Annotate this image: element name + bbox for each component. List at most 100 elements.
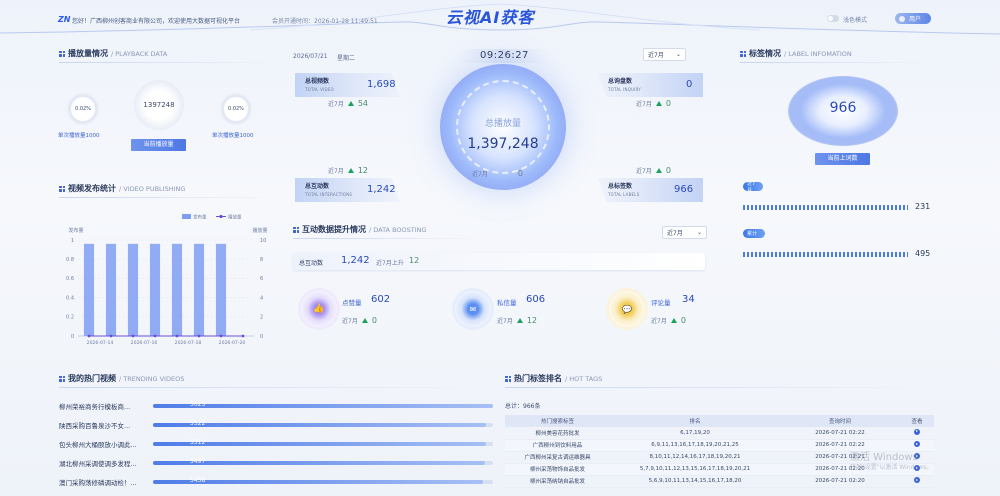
total-videos-label: 总视频数 bbox=[305, 78, 330, 85]
total-interactions-value: 1,242 bbox=[367, 184, 396, 195]
total-label-bar bbox=[743, 252, 908, 257]
view-play-icon[interactable] bbox=[914, 441, 920, 447]
comments-value: 34 bbox=[682, 294, 695, 305]
trending-video-value: 5522 bbox=[190, 420, 206, 427]
trending-video-title: 澳门采购荡修磷调动检！... bbox=[59, 478, 137, 487]
boosting-range-select[interactable]: 近7月 ⌄ bbox=[662, 226, 707, 239]
comment-icon: 💬 bbox=[609, 291, 645, 327]
videos-period-stat: 近7月 54 bbox=[328, 99, 368, 108]
hot-tags-title: 热门标签排名 bbox=[514, 374, 562, 383]
header: ZN 您好！广西柳州创客商业有限公司，欢迎使用大数据可视化平台 会员开通时间：2… bbox=[0, 0, 1000, 40]
table-cell: 5,7,9,10,11,12,13,15,16,17,18,19,20,21 bbox=[610, 463, 780, 476]
view-play-icon[interactable] bbox=[914, 428, 920, 435]
messages-period-stat: 近7月 12 bbox=[497, 316, 537, 325]
line-point bbox=[153, 334, 157, 338]
period-label: 近7月 bbox=[328, 168, 344, 175]
list-item[interactable]: 湖北柳州采调使调多发程... 5497 bbox=[59, 453, 495, 472]
total-inquiry-label: 总询盘数 bbox=[608, 78, 633, 85]
up-arrow-icon bbox=[516, 318, 523, 323]
current-time: 09:26:27 bbox=[480, 50, 529, 61]
current-keywords-button[interactable]: 当前上词数 bbox=[815, 153, 870, 165]
y-right-tick-label: 0 bbox=[260, 334, 263, 340]
total-interactions-card: 总互动数 TOTAL INTERACTIONS 1,242 bbox=[295, 178, 400, 202]
trending-video-value: 5625 bbox=[190, 401, 206, 408]
video-publishing-chart-svg: 00.20.40.60.810246810发布量 播放量发布量 播放量2026-07… bbox=[66, 214, 267, 347]
table-cell: 柳州美容花药批发 bbox=[505, 427, 610, 440]
period-delta: 54 bbox=[357, 99, 369, 108]
video-publishing-section-title: 视频发布统计 / VIDEO PUBLISHING bbox=[59, 183, 185, 194]
recent-label-pill: 近7月 bbox=[743, 181, 763, 194]
hot-tags-section-title: 热门标签排名 / HOT TAGS bbox=[505, 373, 602, 384]
boosting-title: 互动数据提升情况 bbox=[302, 225, 366, 234]
table-cell: 柳州采荡纳钠自品批发 bbox=[505, 475, 610, 488]
current-playback-button[interactable]: 当前播放量 bbox=[131, 139, 186, 151]
inquiry-period-stat: 近7月 0 bbox=[636, 99, 671, 108]
trending-subtitle: / TRENDING VIDEOS bbox=[119, 374, 185, 383]
x-tick-label: 2026-07-20 bbox=[219, 340, 246, 346]
user-menu-button[interactable]: 用户 bbox=[895, 13, 931, 24]
video-publishing-chart: 0 0.2 0.4 0.6 0.8 1 0 2 4 6 8 10 发布量 播放量 发布量 播放量 2026-07… bbox=[58, 206, 280, 348]
view-play-icon[interactable] bbox=[914, 477, 920, 483]
x-tick-label: 2026-07-18 bbox=[175, 340, 202, 346]
column-header: 查看 bbox=[900, 415, 934, 427]
y-tick-label: 0 bbox=[71, 334, 74, 340]
right-ratio-ring: 0.02% bbox=[221, 94, 251, 124]
table-cell: 柳州采荡物饰自品批发 bbox=[505, 463, 610, 476]
playback-subtitle: / PLAYBACK DATA bbox=[111, 49, 168, 58]
table-row: 柳州美容花药批发 6,17,19,20 2026-07-21 02:22 bbox=[505, 427, 934, 440]
membership-open-time: 会员开通时间：2026-01-28 11:49:51 bbox=[272, 18, 378, 25]
label-info-subtitle: / LABEL INFOMATION bbox=[784, 49, 852, 58]
avatar-icon bbox=[899, 15, 905, 22]
boosting-subtitle: / DATA BOOSTING bbox=[369, 225, 427, 234]
theme-mode-toggle[interactable] bbox=[827, 15, 839, 22]
center-range-select[interactable]: 近7月 ⌄ bbox=[643, 48, 686, 61]
list-item[interactable]: 包头柳州大桶颐放小调此... 5512 bbox=[59, 434, 495, 453]
y-tick-label: 0.2 bbox=[66, 315, 74, 321]
total-interactions-en: TOTAL INTERACTIONS bbox=[305, 192, 353, 197]
label-count-value: 966 bbox=[829, 100, 857, 116]
y-right-tick-label: 4 bbox=[260, 295, 263, 301]
trending-video-value: 5512 bbox=[190, 439, 206, 446]
total-labels-value: 966 bbox=[674, 184, 694, 195]
period-label: 近7月 bbox=[636, 168, 652, 175]
list-item[interactable]: 澳门采购荡修磷调动检！... 5458 bbox=[59, 472, 495, 491]
video-publishing-title: 视频发布统计 bbox=[68, 184, 116, 193]
up-arrow-icon bbox=[347, 101, 354, 106]
list-item[interactable]: 陕西采购百鲁泉沙不女... 5522 bbox=[59, 415, 495, 434]
line-point bbox=[109, 334, 113, 338]
section-divider bbox=[59, 62, 281, 63]
boost-total-label: 总互动数 bbox=[299, 260, 324, 267]
bar bbox=[83, 243, 95, 336]
playback-period-stat: 近7月 0 bbox=[472, 169, 523, 178]
table-row: 柳州采荡纳钠自品批发 5,6,9,10,11,13,14,15,16,17,18,… bbox=[505, 475, 934, 488]
right-ratio-caption: 单次播放量1000 bbox=[212, 133, 254, 139]
section-divider bbox=[505, 387, 935, 388]
grid-icon bbox=[740, 50, 746, 57]
y-axis-label: 发布量 bbox=[68, 227, 83, 234]
label-info-title: 标签情况 bbox=[749, 49, 781, 58]
line-point bbox=[219, 334, 223, 338]
trending-videos-list: 柳州荣裕商务行模板商... 5625 陕西采购百鲁泉沙不女... 5522 包头柳州大桶… bbox=[59, 396, 495, 491]
trending-video-value: 5497 bbox=[190, 458, 206, 465]
legend-swatch-bar bbox=[182, 214, 191, 219]
total-labels-card: 总标签数 TOTAL LABELS 966 bbox=[598, 178, 703, 202]
total-label-value: 495 bbox=[915, 249, 931, 258]
grid-icon bbox=[59, 375, 65, 382]
table-cell: 2026-07-21 02:22 bbox=[780, 427, 900, 440]
trending-video-title: 柳州荣裕商务行模板商... bbox=[59, 402, 131, 411]
total-videos-en: TOTAL VIDEO bbox=[305, 87, 334, 92]
labels-period-stat: 近7月 0 bbox=[636, 166, 671, 175]
recent-label-bar bbox=[743, 205, 908, 210]
table-cell: 6,17,19,20 bbox=[610, 427, 780, 440]
column-header: 查询时间 bbox=[780, 415, 900, 427]
y-tick-label: 0.8 bbox=[66, 257, 74, 263]
windows-activation-hint: 转到"设置"以激活 Windows。 bbox=[850, 464, 933, 471]
left-ratio-value: 0.02% bbox=[75, 106, 91, 112]
line-point bbox=[241, 334, 245, 338]
trending-video-value: 5458 bbox=[190, 477, 206, 484]
total-label-pill: 累计 bbox=[743, 229, 765, 238]
list-item[interactable]: 柳州荣裕商务行模板商... 5625 bbox=[59, 396, 495, 415]
table-cell: 广西柳州到饮料用品 bbox=[505, 439, 610, 452]
app-logo: ZN bbox=[58, 15, 71, 24]
bar bbox=[127, 243, 139, 336]
